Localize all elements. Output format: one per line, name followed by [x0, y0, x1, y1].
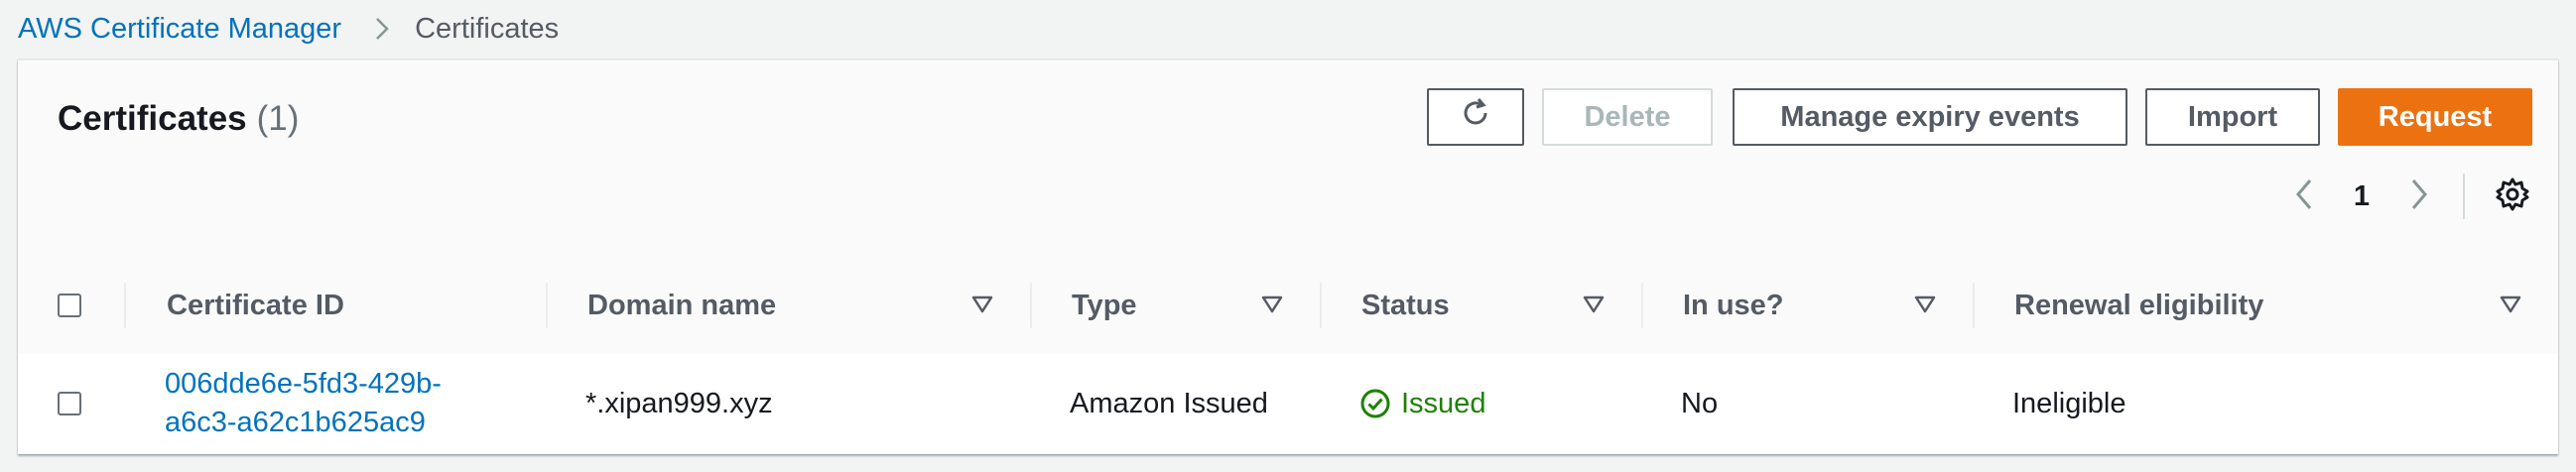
column-header-domain-name[interactable]: Domain name — [587, 257, 776, 354]
breadcrumb: AWS Certificate Manager Certificates — [18, 0, 559, 58]
certificate-id-line-1[interactable]: 006dde6e-5fd3-429b- — [165, 365, 442, 404]
refresh-icon — [1459, 96, 1492, 138]
column-divider — [546, 283, 548, 328]
column-divider — [1973, 283, 1975, 328]
column-divider — [1320, 283, 1322, 328]
gear-icon — [2495, 177, 2530, 217]
in-use-cell: No — [1681, 387, 1719, 419]
column-divider — [1641, 283, 1643, 328]
caret-down-icon[interactable] — [1260, 293, 1284, 316]
table-header: Certificate ID Domain name Type Status I… — [18, 257, 2558, 355]
panel-header: Certificates (1) Delete Manage expiry ev… — [18, 60, 2558, 258]
domain-name-cell: *.xipan999.xyz — [585, 387, 773, 419]
column-header-type[interactable]: Type — [1072, 257, 1137, 354]
check-circle-icon — [1359, 388, 1401, 419]
column-header-renewal-eligibility[interactable]: Renewal eligibility — [2014, 257, 2263, 354]
renewal-eligibility-cell: Ineligible — [2012, 387, 2126, 419]
status-text: Issued — [1401, 387, 1486, 419]
column-header-in-use[interactable]: In use? — [1683, 257, 1784, 354]
table-preferences-button[interactable] — [2491, 172, 2534, 221]
status-cell: Issued — [1359, 354, 1485, 453]
page-title: Certificates (1) — [58, 94, 299, 144]
table-row[interactable]: 006dde6e-5fd3-429b- a6c3-a62c1b625ac9 *.… — [18, 354, 2558, 453]
chevron-left-icon — [2292, 177, 2316, 217]
certificate-count: (1) — [256, 99, 300, 138]
select-all-checkbox[interactable] — [58, 294, 81, 317]
caret-down-icon[interactable] — [1582, 293, 1606, 316]
certificate-id-cell: 006dde6e-5fd3-429b- a6c3-a62c1b625ac9 — [165, 354, 542, 453]
next-page-button[interactable] — [2403, 172, 2435, 221]
pagination-divider — [2463, 174, 2465, 219]
column-divider — [124, 283, 126, 328]
breadcrumb-current: Certificates — [415, 12, 560, 45]
caret-down-icon[interactable] — [970, 293, 994, 316]
manage-expiry-events-button[interactable]: Manage expiry events — [1733, 88, 2127, 146]
column-header-certificate-id[interactable]: Certificate ID — [167, 257, 344, 354]
type-cell: Amazon Issued — [1070, 387, 1268, 419]
delete-button[interactable]: Delete — [1542, 88, 1713, 146]
column-header-status[interactable]: Status — [1361, 257, 1450, 354]
caret-down-icon[interactable] — [1913, 293, 1937, 316]
refresh-button[interactable] — [1427, 88, 1524, 146]
chevron-right-icon — [369, 16, 395, 42]
certificate-id-link[interactable]: 006dde6e-5fd3-429b- a6c3-a62c1b625ac9 — [165, 365, 442, 442]
caret-down-icon[interactable] — [2499, 293, 2522, 316]
breadcrumb-acm-link[interactable]: AWS Certificate Manager — [18, 13, 341, 46]
chevron-right-icon — [2407, 177, 2431, 217]
previous-page-button[interactable] — [2288, 172, 2320, 221]
row-select-checkbox[interactable] — [58, 392, 81, 415]
certificate-id-line-2[interactable]: a6c3-a62c1b625ac9 — [165, 404, 442, 442]
page-number-1[interactable]: 1 — [2342, 172, 2382, 221]
column-divider — [1030, 283, 1032, 328]
title-text: Certificates — [58, 99, 247, 138]
certificates-panel: Certificates (1) Delete Manage expiry ev… — [18, 59, 2558, 454]
import-button[interactable]: Import — [2145, 88, 2320, 146]
request-button[interactable]: Request — [2338, 88, 2532, 146]
